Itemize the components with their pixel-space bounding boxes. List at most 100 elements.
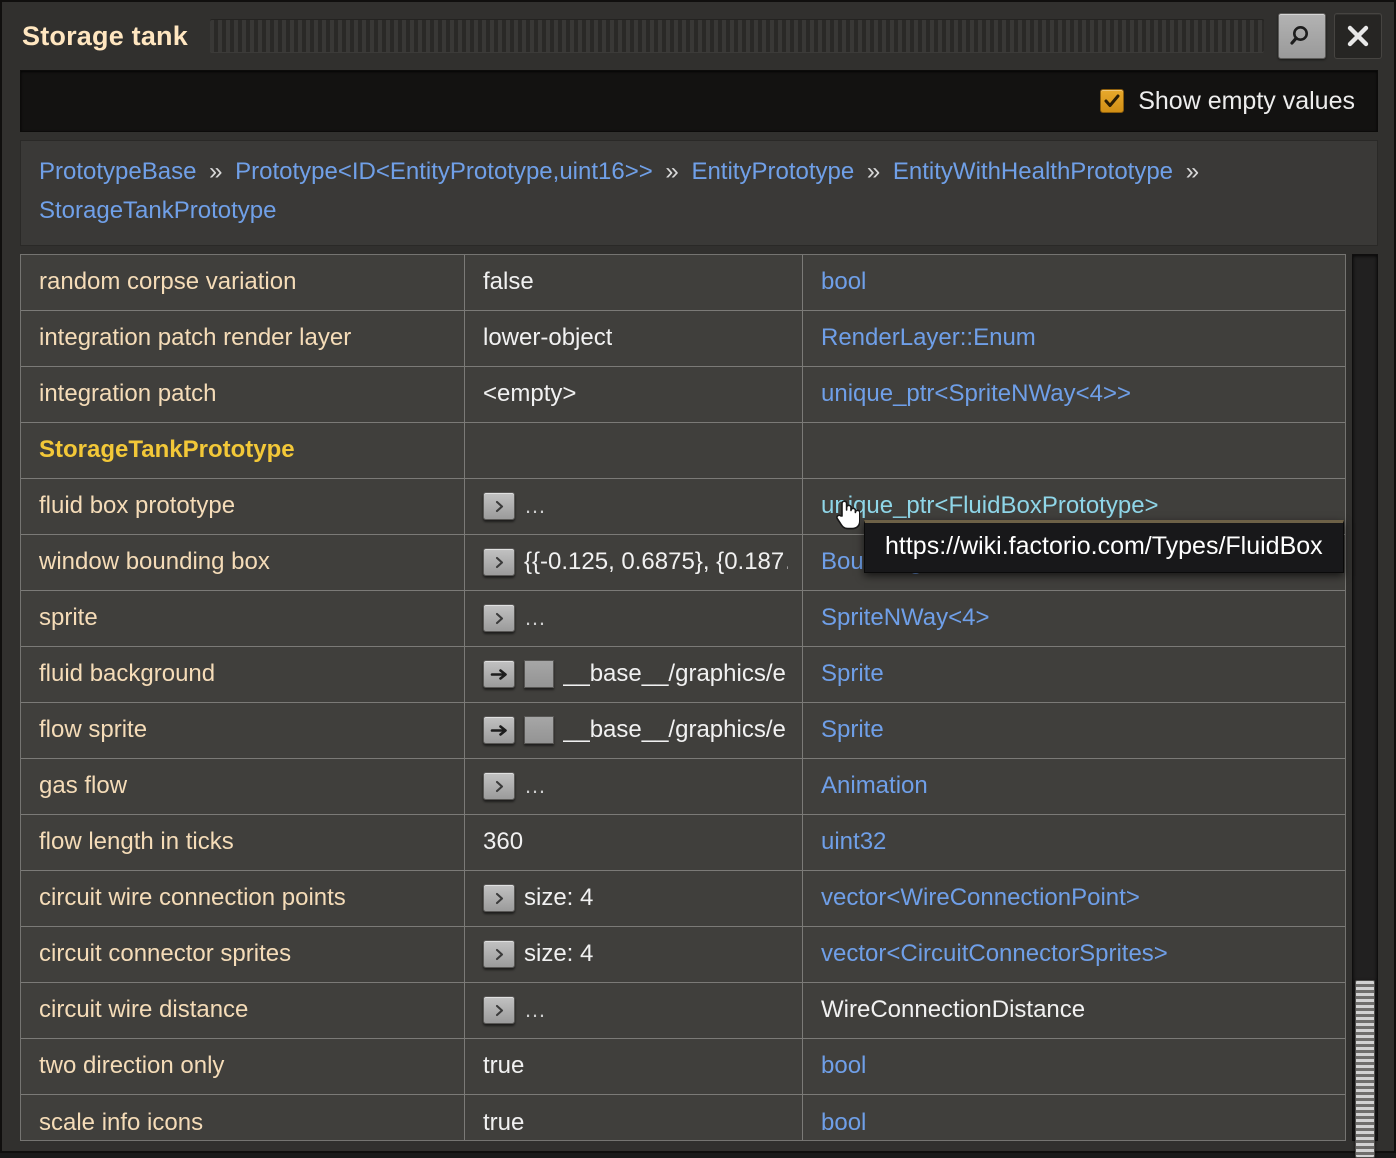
goto-arrow-icon[interactable] (483, 660, 515, 688)
table-row[interactable]: flow length in ticks 360 uint32 (21, 815, 1345, 871)
property-type-cell: SpriteNWay<4> (803, 591, 1345, 646)
table-row[interactable]: random corpse variationfalse bool (21, 255, 1345, 311)
property-value-text: … (524, 493, 547, 519)
property-value-text: size: 4 (524, 884, 593, 912)
scrollbar-thumb[interactable] (1355, 980, 1375, 1158)
property-name: random corpse variation (21, 255, 465, 310)
breadcrumb-separator: » (659, 158, 684, 185)
search-icon (1288, 22, 1316, 50)
breadcrumb: PrototypeBase » Prototype<ID<EntityProto… (20, 140, 1378, 246)
show-empty-values-toggle[interactable]: Show empty values (1100, 87, 1355, 116)
show-empty-values-checkbox[interactable] (1100, 89, 1124, 113)
property-type-cell: Animation (803, 759, 1345, 814)
expand-chevron-icon[interactable] (483, 492, 515, 520)
property-value (465, 423, 803, 478)
property-value: false (465, 255, 803, 310)
property-value: … (465, 759, 803, 814)
property-name: circuit wire connection points (21, 871, 465, 926)
table-row[interactable]: fluid box prototype…unique_ptr<FluidBoxP… (21, 479, 1345, 535)
table-row[interactable]: flow sprite __base__/graphics/e… Sprite (21, 703, 1345, 759)
property-type-cell: vector<CircuitConnectorSprites> (803, 927, 1345, 982)
property-value-text: {{-0.125, 0.6875}, {0.187… (524, 548, 788, 576)
sprite-thumbnail (524, 716, 554, 744)
breadcrumb-separator: » (203, 158, 228, 185)
table-row[interactable]: circuit connector spritessize: 4vector<C… (21, 927, 1345, 983)
property-value: lower-object (465, 311, 803, 366)
property-value-text: true (483, 1109, 524, 1137)
table-row[interactable]: StorageTankPrototype (21, 423, 1345, 479)
property-name: integration patch (21, 367, 465, 422)
expand-chevron-icon[interactable] (483, 884, 515, 912)
show-empty-values-label: Show empty values (1138, 87, 1355, 116)
type-link[interactable]: Sprite (821, 716, 884, 744)
property-type-cell: Sprite (803, 647, 1345, 702)
close-button[interactable] (1334, 13, 1382, 59)
table-row[interactable]: scale info icons true bool (21, 1095, 1345, 1141)
property-value: __base__/graphics/e… (465, 703, 803, 758)
type-link[interactable]: bool (821, 1052, 866, 1080)
property-type-cell: bool (803, 1095, 1345, 1141)
type-link[interactable]: bool (821, 268, 866, 296)
vertical-scrollbar[interactable] (1352, 254, 1378, 1141)
property-value: … (465, 591, 803, 646)
property-type-cell (803, 423, 1345, 478)
property-name: fluid background (21, 647, 465, 702)
expand-chevron-icon[interactable] (483, 996, 515, 1024)
property-name: flow length in ticks (21, 815, 465, 870)
breadcrumb-item-4[interactable]: StorageTankPrototype (39, 197, 276, 224)
type-link[interactable]: unique_ptr<SpriteNWay<4>> (821, 380, 1131, 408)
type-link[interactable]: SpriteNWay<4> (821, 604, 990, 632)
expand-chevron-icon[interactable] (483, 604, 515, 632)
property-value-text: … (524, 773, 547, 799)
property-value-text: 360 (483, 828, 523, 856)
property-value-text: __base__/graphics/e… (563, 716, 788, 744)
table-row[interactable]: fluid background__base__/graphics/e…Spri… (21, 647, 1345, 703)
property-name: gas flow (21, 759, 465, 814)
breadcrumb-item-3[interactable]: EntityWithHealthPrototype (893, 158, 1173, 185)
type-link[interactable]: vector<CircuitConnectorSprites> (821, 940, 1168, 968)
window-title: Storage tank (22, 21, 188, 52)
property-name: circuit wire distance (21, 983, 465, 1038)
table-row[interactable]: circuit wire connection points size: 4 vec… (21, 871, 1345, 927)
type-link[interactable]: Sprite (821, 660, 884, 688)
search-button[interactable] (1278, 13, 1326, 59)
property-name: sprite (21, 591, 465, 646)
type-link[interactable]: RenderLayer::Enum (821, 324, 1036, 352)
window-drag-handle[interactable] (210, 19, 1264, 53)
breadcrumb-item-0[interactable]: PrototypeBase (39, 158, 196, 185)
property-type-cell: vector<WireConnectionPoint> (803, 871, 1345, 926)
property-table: random corpse variationfalse bool integrat… (20, 254, 1346, 1141)
property-name: scale info icons (21, 1095, 465, 1141)
breadcrumb-item-2[interactable]: EntityPrototype (691, 158, 854, 185)
type-link[interactable]: unique_ptr<FluidBoxPrototype> (821, 492, 1159, 520)
type-link[interactable]: BoundingBox (821, 548, 964, 576)
property-value-text: size: 4 (524, 940, 593, 968)
table-row[interactable]: window bounding box{{-0.125, 0.6875}, {0… (21, 535, 1345, 591)
check-icon (1103, 92, 1121, 110)
property-value: true (465, 1039, 803, 1094)
property-value-text: <empty> (483, 380, 576, 408)
expand-chevron-icon[interactable] (483, 940, 515, 968)
property-table-area: random corpse variationfalse bool integrat… (20, 254, 1378, 1141)
type-link[interactable]: vector<WireConnectionPoint> (821, 884, 1140, 912)
expand-chevron-icon[interactable] (483, 548, 515, 576)
table-row[interactable]: integration patch render layerlower-obje… (21, 311, 1345, 367)
type-link[interactable]: uint32 (821, 828, 886, 856)
property-type-cell: BoundingBox (803, 535, 1345, 590)
table-row[interactable]: gas flow … Animation (21, 759, 1345, 815)
type-link[interactable]: Animation (821, 772, 928, 800)
title-bar-buttons (1278, 13, 1382, 59)
property-value: <empty> (465, 367, 803, 422)
property-value-text: … (524, 605, 547, 631)
breadcrumb-separator: » (861, 158, 886, 185)
property-name: flow sprite (21, 703, 465, 758)
table-row[interactable]: two direction onlytruebool (21, 1039, 1345, 1095)
expand-chevron-icon[interactable] (483, 772, 515, 800)
goto-arrow-icon[interactable] (483, 716, 515, 744)
property-type-cell: unique_ptr<FluidBoxPrototype> (803, 479, 1345, 534)
table-row[interactable]: circuit wire distance…WireConnectionDist… (21, 983, 1345, 1039)
type-link[interactable]: bool (821, 1109, 866, 1137)
table-row[interactable]: integration patch <empty> unique_ptr<Sprit… (21, 367, 1345, 423)
table-row[interactable]: sprite … SpriteNWay<4> (21, 591, 1345, 647)
breadcrumb-item-1[interactable]: Prototype<ID<EntityPrototype,uint16>> (235, 158, 653, 185)
